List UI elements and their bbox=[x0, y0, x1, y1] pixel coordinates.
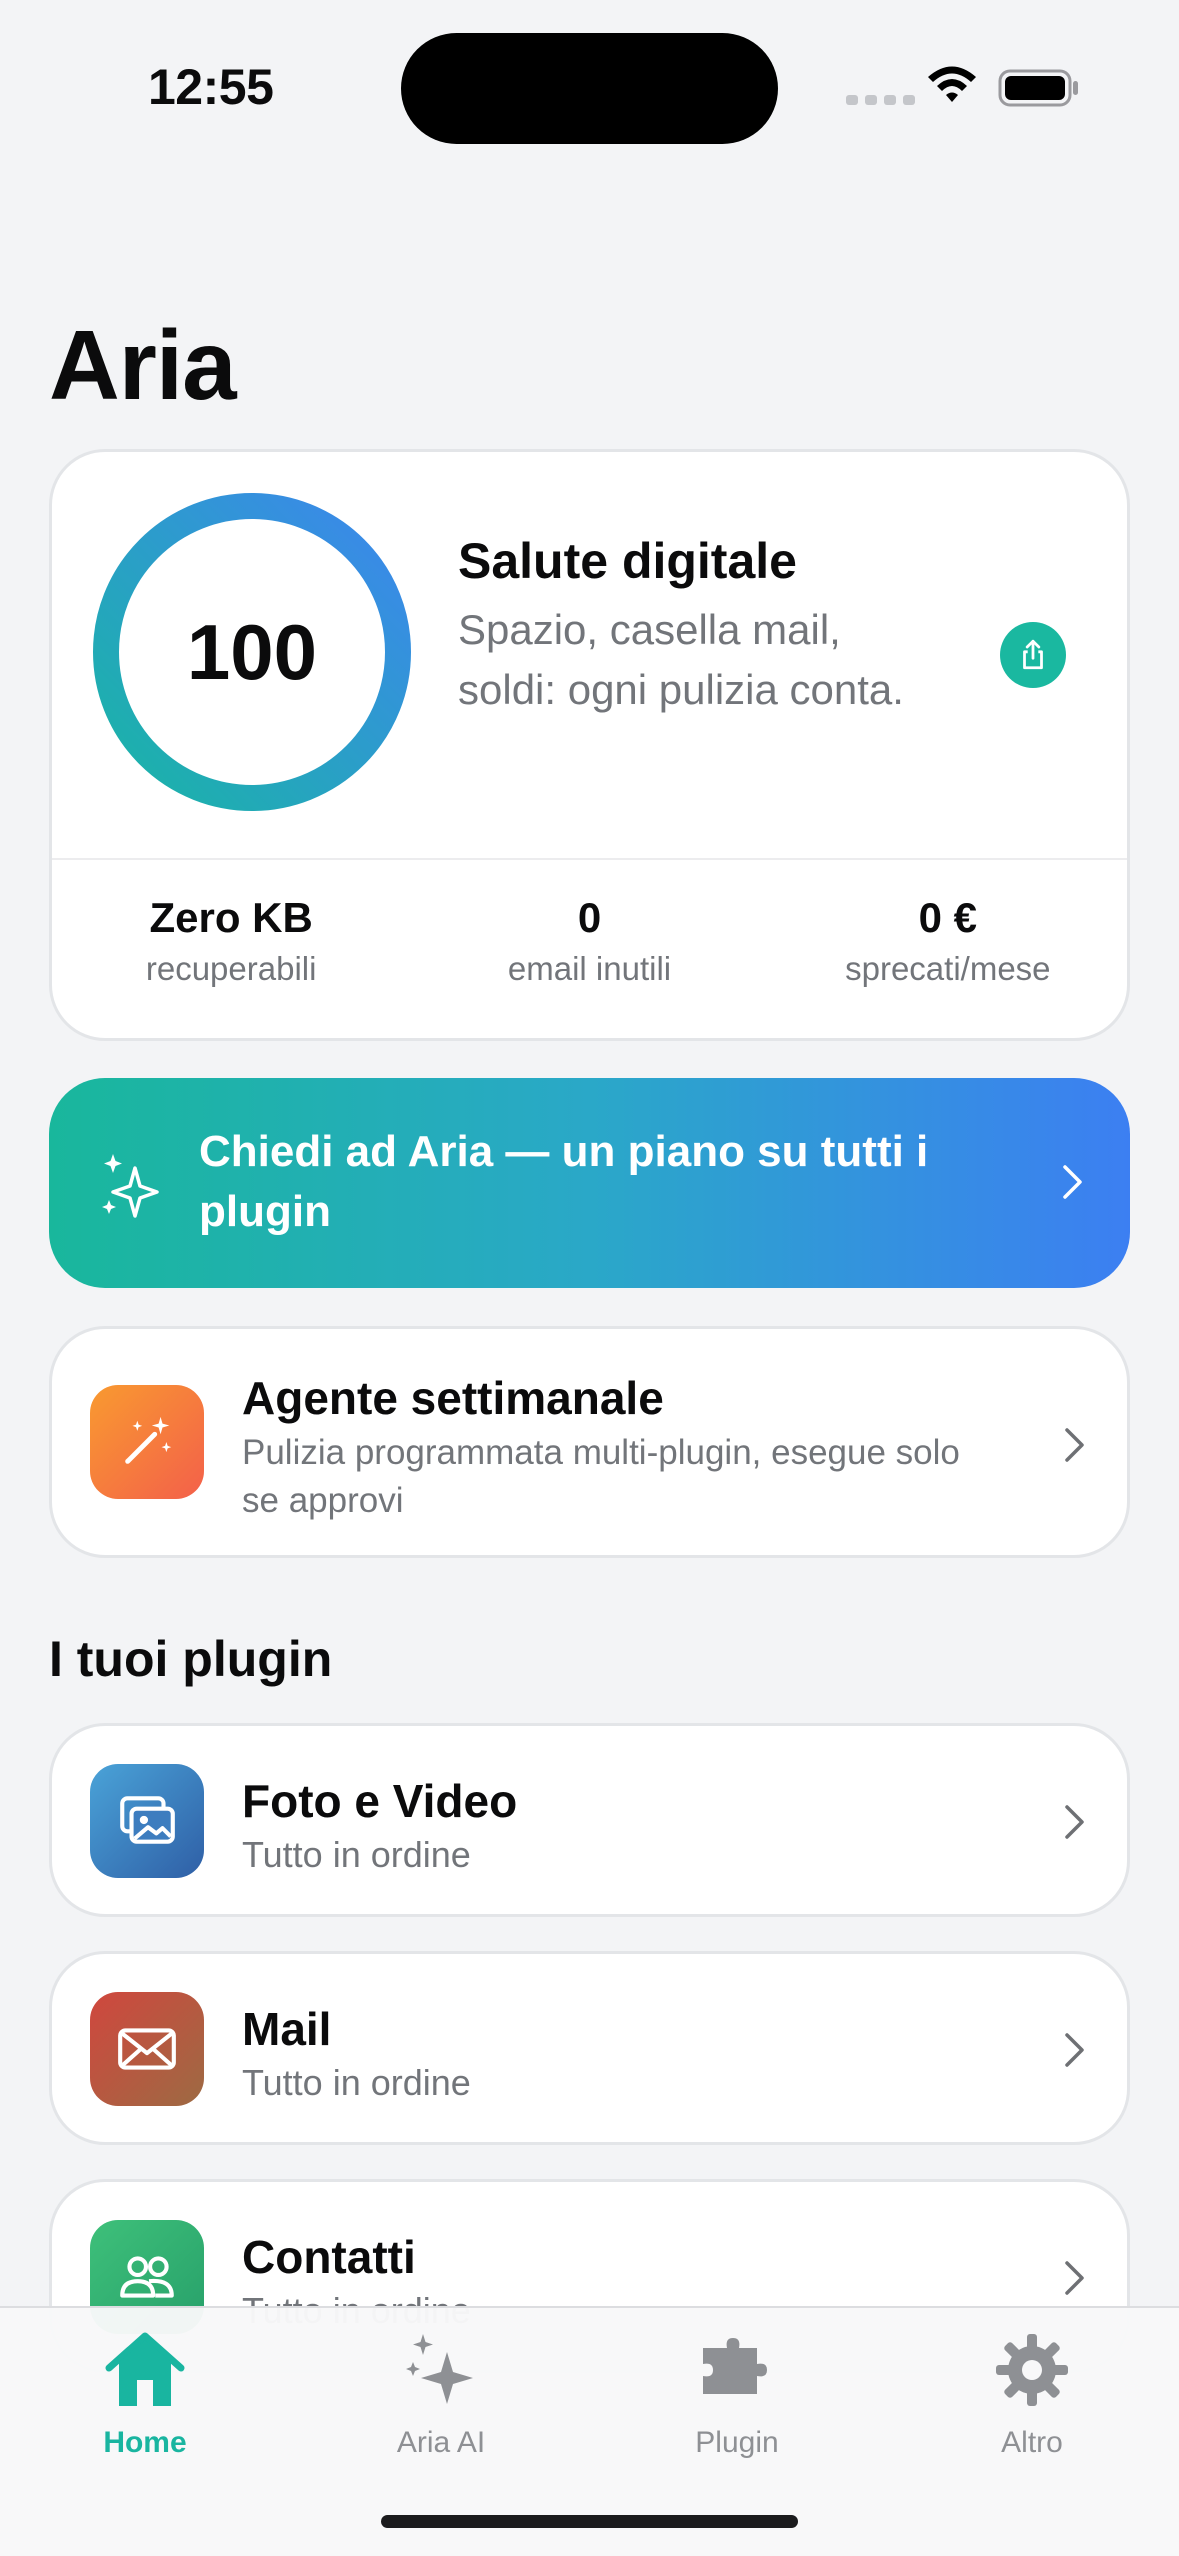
status-time: 12:55 bbox=[148, 59, 274, 115]
health-card-title: Salute digitale bbox=[458, 533, 797, 589]
photos-icon bbox=[120, 1796, 175, 1844]
chevron-right-icon bbox=[1065, 2033, 1084, 2067]
plugin-item-mail[interactable]: Mail Tutto in ordine bbox=[49, 1951, 1130, 2145]
ask-aria-text: Chiedi ad Aria — un piano su tutti i plu… bbox=[199, 1127, 929, 1236]
weekly-agent-card[interactable]: Agente settimanale Pulizia programmata m… bbox=[49, 1326, 1130, 1558]
agent-icon-tile bbox=[90, 1385, 204, 1499]
tab-home[interactable]: Home bbox=[45, 2308, 245, 2459]
page-title: Aria bbox=[49, 310, 237, 420]
magic-wand-icon bbox=[125, 1416, 172, 1464]
plugins-section-title: I tuoi plugin bbox=[49, 1631, 333, 1687]
plugin-item-photos[interactable]: Foto e Video Tutto in ordine bbox=[49, 1723, 1130, 1917]
health-card-description: Spazio, casella mail, soldi: ogni pulizi… bbox=[458, 606, 904, 713]
stat-recoverable: Zero KB recuperabili bbox=[52, 892, 410, 988]
tab-plugin[interactable]: Plugin bbox=[637, 2308, 837, 2459]
plugin-status: Tutto in ordine bbox=[242, 2062, 471, 2103]
stat-value: 0 bbox=[577, 894, 602, 941]
stat-label: sprecati/mese bbox=[845, 950, 1051, 987]
plugin-name: Mail bbox=[242, 2003, 332, 2055]
stat-value: Zero KB bbox=[149, 894, 313, 941]
gear-icon bbox=[996, 2334, 1068, 2406]
chevron-right-icon bbox=[1065, 1805, 1084, 1839]
plugin-icon-tile bbox=[90, 1992, 204, 2106]
tab-aria-ai[interactable]: Aria AI bbox=[341, 2308, 541, 2459]
tab-label: Plugin bbox=[695, 2426, 779, 2459]
battery-icon bbox=[998, 69, 1078, 107]
share-button[interactable] bbox=[1000, 622, 1066, 688]
puzzle-icon bbox=[703, 2338, 767, 2394]
stat-wasted-monthly: 0 € sprecati/mese bbox=[769, 892, 1127, 988]
dynamic-island bbox=[401, 33, 778, 144]
envelope-icon bbox=[118, 2028, 176, 2070]
health-stats: Zero KB recuperabili 0 email inutili 0 €… bbox=[52, 892, 1127, 988]
health-score-value: 100 bbox=[186, 607, 318, 696]
share-icon bbox=[1023, 639, 1043, 670]
tab-label: Altro bbox=[1001, 2426, 1063, 2459]
chevron-right-icon bbox=[1063, 1165, 1082, 1199]
wifi-icon bbox=[928, 66, 976, 102]
cellular-signal-icon bbox=[846, 95, 915, 105]
plugin-icon-tile bbox=[90, 1764, 204, 1878]
stat-label: email inutili bbox=[507, 950, 672, 987]
stat-value: 0 € bbox=[918, 894, 978, 941]
people-icon bbox=[120, 2256, 174, 2298]
tab-label: Aria AI bbox=[396, 2426, 486, 2459]
status-bar: 12:55 bbox=[0, 0, 1179, 175]
house-icon bbox=[105, 2332, 185, 2406]
agent-title: Agente settimanale bbox=[242, 1372, 664, 1424]
chevron-right-icon bbox=[1065, 1428, 1084, 1462]
home-indicator[interactable] bbox=[381, 2515, 798, 2528]
stat-label: recuperabili bbox=[145, 950, 317, 987]
chevron-right-icon bbox=[1065, 2261, 1084, 2295]
plugin-name: Contatti bbox=[242, 2231, 416, 2283]
tab-label: Home bbox=[103, 2426, 187, 2459]
plugin-status: Tutto in ordine bbox=[242, 1834, 471, 1875]
ask-aria-banner[interactable]: Chiedi ad Aria — un piano su tutti i plu… bbox=[49, 1078, 1130, 1288]
card-divider bbox=[52, 858, 1127, 860]
digital-health-card: 100 Salute digitale Spazio, casella mail… bbox=[49, 449, 1130, 1041]
tab-altro[interactable]: Altro bbox=[932, 2308, 1132, 2459]
stat-useless-emails: 0 email inutili bbox=[410, 892, 768, 988]
sparkles-icon bbox=[406, 2334, 473, 2404]
agent-description: Pulizia programmata multi-plugin, esegue… bbox=[242, 1433, 960, 1520]
sparkles-icon bbox=[102, 1154, 159, 1218]
plugin-name: Foto e Video bbox=[242, 1775, 518, 1827]
